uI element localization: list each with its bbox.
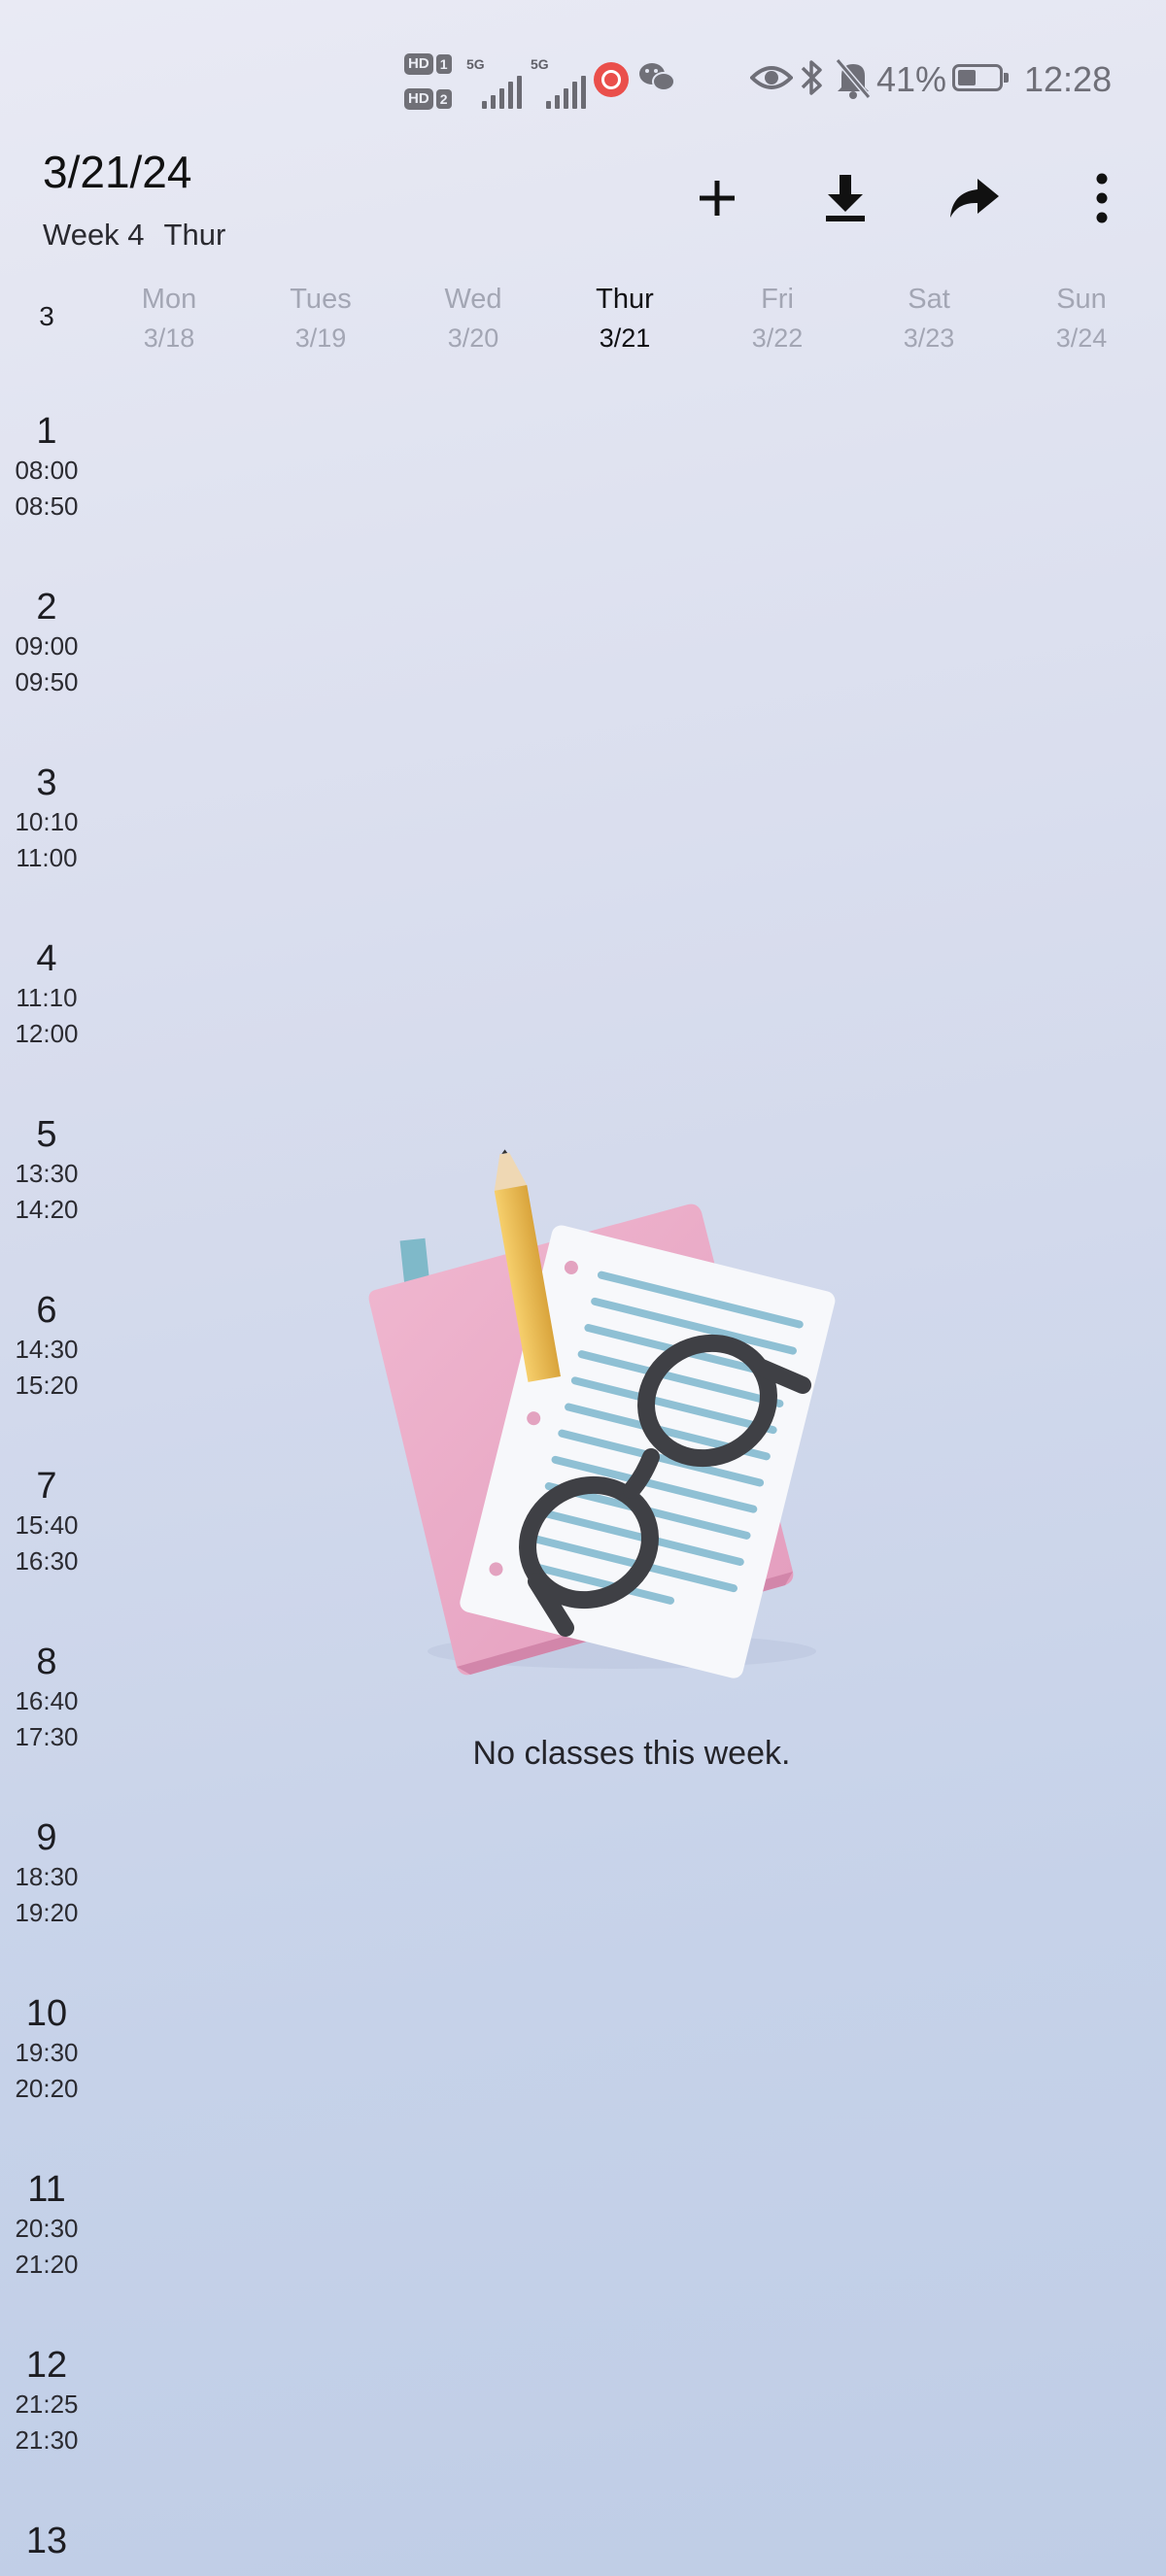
period-5: 5 13:30 14:20	[15, 1114, 79, 1224]
period-4: 4 11:10 12:00	[15, 938, 79, 1048]
eye-icon	[749, 58, 794, 102]
day-header-sat[interactable]: Sat 3/23	[861, 282, 997, 356]
month-label: 3	[39, 301, 54, 331]
period-2: 2 09:00 09:50	[15, 587, 79, 696]
clock: 12:28	[1024, 59, 1113, 99]
day-header-sun[interactable]: Sun 3/24	[1013, 282, 1149, 356]
status-bar: HD 1 HD 2 5G 5G 41% 12:28	[0, 43, 1166, 113]
period-8: 8 16:40 17:30	[15, 1642, 79, 1751]
weekday-label: Thur	[163, 218, 226, 252]
more-icon	[1096, 173, 1108, 223]
period-12: 12 21:25 21:30	[15, 2345, 79, 2455]
period-13: 13	[25, 2521, 68, 2561]
more-button[interactable]	[1071, 167, 1133, 229]
day-header-fri[interactable]: Fri 3/22	[709, 282, 845, 356]
download-icon	[826, 175, 865, 221]
period-6: 6 14:30 15:20	[15, 1290, 79, 1400]
empty-state-message: No classes this week.	[472, 1735, 791, 1772]
day-header-wed[interactable]: Wed 3/20	[405, 282, 541, 356]
add-button[interactable]	[686, 167, 748, 229]
sim-indicators: HD 1 HD 2	[404, 47, 459, 111]
period-3: 3 10:10 11:00	[15, 763, 79, 872]
signal-bars-icon	[546, 74, 589, 109]
share-button[interactable]	[943, 167, 1005, 229]
signal-bars-icon	[482, 74, 525, 109]
sim1-indicator: HD 1	[404, 52, 455, 76]
day-header-tue[interactable]: Tues 3/19	[253, 282, 389, 356]
add-icon	[700, 181, 735, 216]
bluetooth-icon	[799, 56, 826, 104]
week-label: Week 4	[43, 218, 145, 252]
period-7: 7 15:40 16:30	[15, 1466, 79, 1576]
period-11: 11 20:30 21:20	[15, 2169, 79, 2279]
week-subtitle: Week 4 Thur	[43, 218, 245, 253]
empty-state-illustration	[360, 1146, 865, 1690]
mute-bell-icon	[834, 56, 873, 104]
period-9: 9 18:30 19:20	[15, 1817, 79, 1927]
day-header-mon[interactable]: Mon 3/18	[101, 282, 237, 356]
battery-icon	[952, 64, 1009, 91]
battery-percent: 41%	[876, 59, 947, 99]
page-title: 3/21/24	[43, 147, 192, 197]
sim2-indicator: HD 2	[404, 87, 455, 111]
day-header-thu[interactable]: Thur 3/21	[557, 282, 693, 356]
wechat-icon	[637, 60, 676, 100]
share-icon	[950, 179, 999, 218]
period-1: 1 08:00 08:50	[15, 411, 79, 521]
app-notification-icon	[594, 62, 629, 97]
download-button[interactable]	[814, 167, 876, 229]
period-10: 10 19:30 20:20	[15, 1993, 79, 2103]
